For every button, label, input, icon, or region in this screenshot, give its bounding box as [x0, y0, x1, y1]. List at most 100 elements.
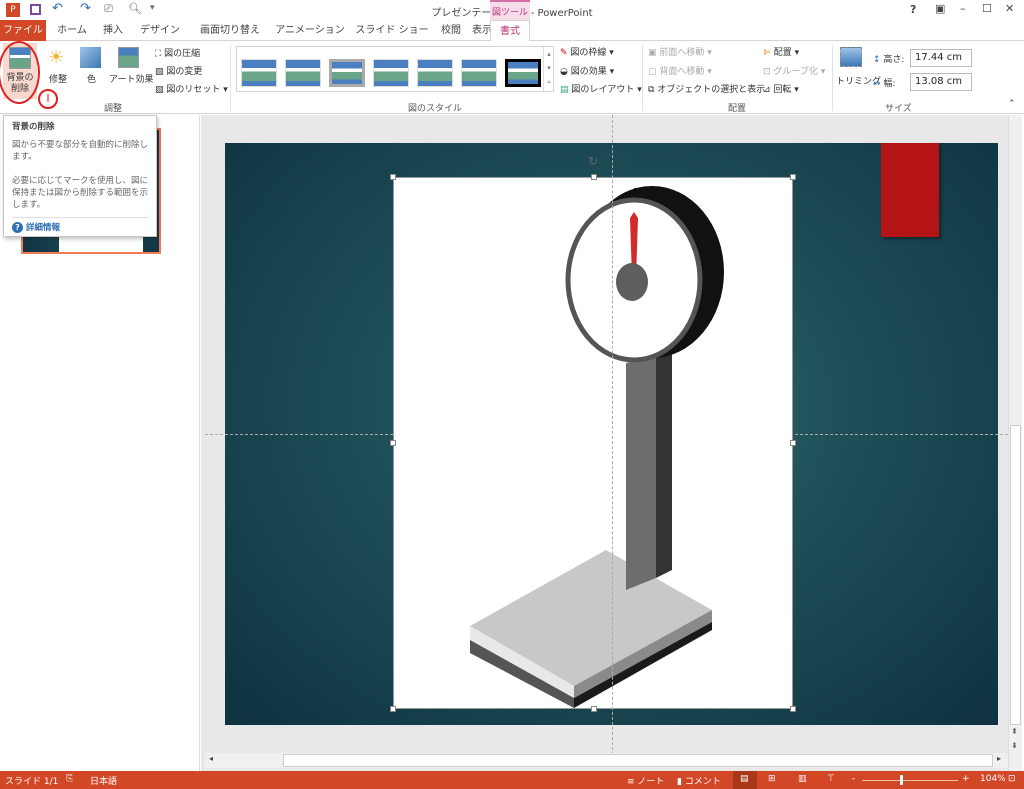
- zoom-level[interactable]: 104%: [980, 774, 1006, 784]
- resize-handle[interactable]: [390, 706, 396, 712]
- zoom-in-button[interactable]: +: [962, 774, 970, 784]
- divider: [642, 45, 643, 111]
- tab-animations[interactable]: アニメーション: [272, 20, 348, 41]
- width-input[interactable]: 13.08 cm: [910, 73, 972, 91]
- style-thumbnail[interactable]: [505, 59, 541, 87]
- rotate-button[interactable]: ⊿ 回転 ▾: [763, 82, 799, 95]
- align-button[interactable]: ⊫ 配置 ▾: [763, 45, 799, 58]
- picture-border-button[interactable]: ✎ 図の枠線 ▾: [560, 45, 614, 58]
- tooltip-title: 背景の削除: [12, 122, 55, 132]
- selected-picture-scale[interactable]: ↻: [390, 154, 796, 712]
- picture-effects-button[interactable]: ◒ 図の効果 ▾: [560, 64, 614, 77]
- zoom-slider[interactable]: [862, 780, 958, 781]
- gallery-scroll-buttons[interactable]: ▴ ▾ ⩡: [543, 47, 554, 91]
- tab-insert[interactable]: 挿入: [96, 20, 130, 41]
- next-slide-icon[interactable]: ⇟: [1011, 741, 1018, 750]
- tooltip: 背景の削除 図から不要な部分を自動的に削除します。 必要に応じてマークを使用し、…: [3, 115, 157, 237]
- height-label: ↕ 高さ:: [873, 55, 905, 65]
- selection-pane-icon: ⧉: [648, 85, 658, 95]
- height-input[interactable]: 17.44 cm: [910, 49, 972, 67]
- normal-view-button[interactable]: ▤: [733, 771, 757, 789]
- group-label-arrange: 配置: [728, 104, 747, 114]
- spellcheck-icon[interactable]: ⎘: [66, 774, 73, 784]
- scrollbar-thumb[interactable]: [283, 754, 993, 767]
- resize-handle[interactable]: [591, 174, 597, 180]
- bring-forward-button[interactable]: ▣ 前面へ移動 ▾: [648, 45, 712, 58]
- style-thumbnail[interactable]: [417, 59, 453, 87]
- tab-home[interactable]: ホーム: [52, 20, 92, 41]
- tab-transitions[interactable]: 画面切り替え: [190, 20, 270, 41]
- reset-picture-icon: ▧: [155, 85, 167, 95]
- language-indicator[interactable]: 日本語: [90, 774, 117, 787]
- picture-styles-gallery[interactable]: ▴ ▾ ⩡: [236, 46, 554, 92]
- group-button[interactable]: ⊡ グループ化 ▾: [763, 64, 825, 77]
- slide-sorter-button[interactable]: ⊞: [768, 774, 776, 784]
- tooltip-text: 図から不要な部分を自動的に削除します。: [12, 140, 149, 162]
- reading-view-button[interactable]: ▥: [798, 774, 807, 784]
- send-backward-button[interactable]: ▢ 背面へ移動 ▾: [648, 64, 712, 77]
- crop-icon: [840, 47, 862, 67]
- rotate-icon: ⊿: [763, 85, 774, 95]
- maximize-button[interactable]: ☐: [982, 2, 992, 15]
- help-button[interactable]: ?: [910, 3, 916, 16]
- comment-icon: ▮: [677, 777, 685, 787]
- title-bar: P ↶ ↷ ⎚ 🔍︎ ▾ プレゼンテーション1 - PowerPoint 図ツー…: [0, 0, 1024, 20]
- scrollbar-thumb[interactable]: [1010, 425, 1021, 725]
- notes-button[interactable]: ≡ ノート: [627, 774, 664, 787]
- picture-effects-icon: ◒: [560, 67, 571, 77]
- previous-slide-icon[interactable]: ⇞: [1011, 727, 1018, 736]
- resize-handle[interactable]: [790, 440, 796, 446]
- resize-handle[interactable]: [591, 706, 597, 712]
- minimize-button[interactable]: –: [960, 2, 966, 15]
- help-icon: ?: [12, 222, 23, 233]
- corrections-icon: ☀: [48, 47, 65, 68]
- comments-button[interactable]: ▮ コメント: [677, 774, 721, 787]
- divider: [230, 45, 231, 111]
- color-icon: [80, 47, 101, 68]
- group-label-size: サイズ: [885, 104, 912, 114]
- resize-handle[interactable]: [390, 174, 396, 180]
- rotate-handle-icon[interactable]: ↻: [588, 154, 598, 168]
- ribbon-display-button[interactable]: ▣: [935, 2, 945, 15]
- slideshow-button[interactable]: ⊤: [827, 774, 835, 784]
- tab-review[interactable]: 校閲: [436, 20, 466, 41]
- tab-design[interactable]: デザイン: [134, 20, 186, 41]
- color-button[interactable]: 色: [87, 72, 96, 85]
- selection-pane-button[interactable]: ⧉ オブジェクトの選択と表示: [648, 82, 765, 95]
- scroll-right-icon[interactable]: ▸: [997, 754, 1001, 763]
- zoom-slider-thumb[interactable]: [900, 775, 903, 785]
- vertical-scrollbar[interactable]: ⇞ ⇟: [1008, 115, 1022, 771]
- reset-picture-button[interactable]: ▧ 図のリセット ▾: [155, 82, 228, 95]
- artistic-effects-button[interactable]: アート効果: [109, 72, 153, 85]
- tab-file[interactable]: ファイル: [0, 20, 46, 41]
- corrections-button[interactable]: 修整: [49, 72, 67, 85]
- tell-me-more-link[interactable]: ? 詳細情報: [12, 217, 148, 234]
- style-thumbnail[interactable]: [285, 59, 321, 87]
- red-rectangle-shape[interactable]: [881, 143, 939, 237]
- resize-handle[interactable]: [390, 440, 396, 446]
- style-thumbnail[interactable]: [241, 59, 277, 87]
- horizontal-scrollbar[interactable]: ◂ ▸: [205, 753, 1008, 768]
- width-label: ↔ 幅:: [873, 79, 896, 89]
- scroll-left-icon[interactable]: ◂: [209, 754, 213, 763]
- artistic-effects-icon: [118, 47, 139, 68]
- zoom-out-button[interactable]: -: [852, 774, 855, 784]
- resize-handle[interactable]: [790, 174, 796, 180]
- tab-format[interactable]: 書式: [490, 20, 530, 41]
- style-thumbnail[interactable]: [329, 59, 365, 87]
- tab-slideshow[interactable]: スライド ショー: [352, 20, 432, 41]
- change-picture-button[interactable]: ▧ 図の変更: [155, 64, 202, 77]
- slide-indicator: スライド 1/1: [5, 777, 59, 787]
- style-thumbnail[interactable]: [373, 59, 409, 87]
- resize-handle[interactable]: [790, 706, 796, 712]
- style-thumbnail[interactable]: [461, 59, 497, 87]
- annotation-number: Ⅰ: [38, 89, 58, 109]
- group-label-styles: 図のスタイル: [408, 104, 463, 114]
- picture-layout-button[interactable]: ▤ 図のレイアウト ▾: [560, 82, 642, 95]
- fit-to-window-icon[interactable]: ⊡: [1008, 774, 1016, 784]
- compress-pictures-button[interactable]: ⛶ 図の圧縮: [155, 46, 200, 59]
- group-label-adjust: 調整: [104, 104, 123, 114]
- close-button[interactable]: ✕: [1005, 2, 1014, 15]
- vertical-guide[interactable]: [612, 115, 613, 755]
- collapse-ribbon-icon[interactable]: ⌃: [1008, 99, 1016, 109]
